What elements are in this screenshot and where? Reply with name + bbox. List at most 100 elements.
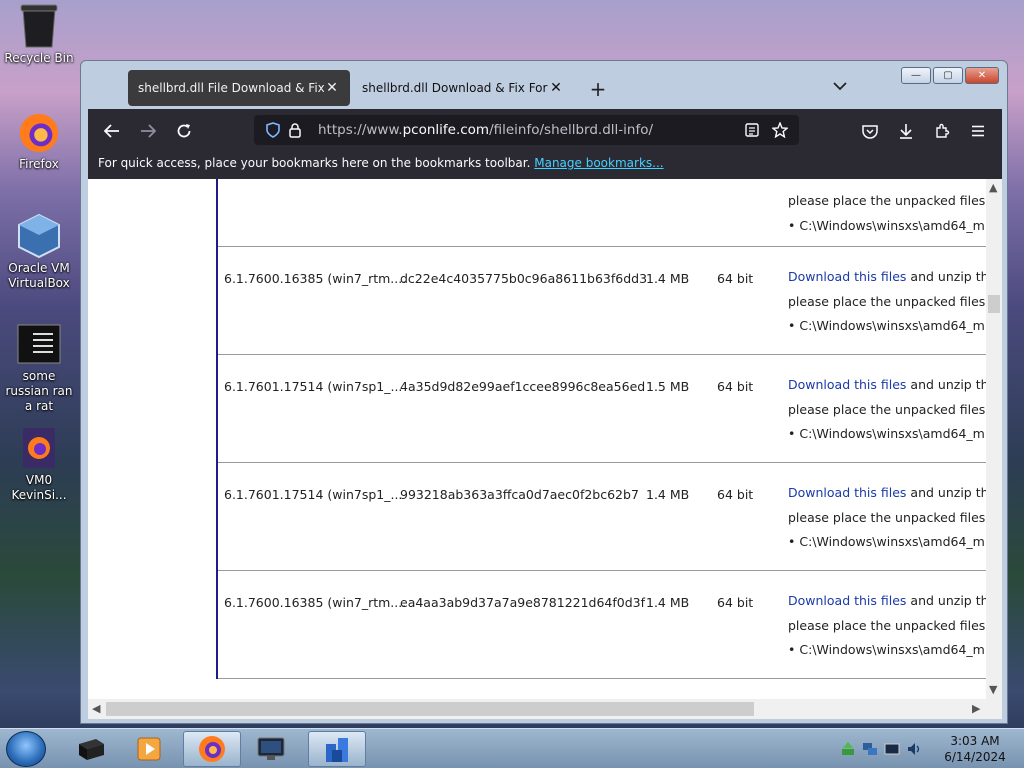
download-icon — [900, 124, 912, 139]
vertical-scrollbar[interactable]: ▲ ▼ — [986, 179, 1002, 699]
size-cell: 1.4 MB — [646, 487, 690, 502]
table-row: 6.1.7600.16385 (win7_rtm.... dc22e4c4035… — [218, 247, 986, 355]
md5-cell: ea4aa3ab9d37a7a9e8781221d64f0d3f — [400, 595, 646, 610]
version-cell: 6.1.7601.17514 (win7sp1_... — [224, 487, 403, 502]
desktop-icon-label: VM0 KevinSi... — [11, 473, 67, 502]
tab-shellbrd-download-fix[interactable]: shellbrd.dll Download & Fix For Win ✕ — [352, 70, 574, 106]
vertical-scroll-thumb[interactable] — [988, 295, 1000, 313]
scroll-left-arrow-icon[interactable]: ◀ — [92, 702, 100, 715]
address-bar[interactable]: https://www.pconlife.com/fileinfo/shellb… — [254, 115, 799, 145]
taskbar-remote-desktop[interactable] — [242, 731, 300, 767]
description-cell: please place the unpacked files in • C:\… — [788, 189, 986, 238]
chevron-down-icon — [833, 82, 847, 91]
clock-date: 6/14/2024 — [944, 750, 1006, 764]
table-row: 6.1.7600.16385 (win7_rtm.... ea4aa3ab9d3… — [218, 571, 986, 679]
reader-view-icon[interactable] — [741, 123, 763, 137]
puzzle-piece-icon — [936, 123, 950, 138]
app-menu-button[interactable] — [964, 119, 992, 143]
tracking-protection-shield-icon[interactable] — [262, 122, 284, 138]
close-tab-icon[interactable]: ✕ — [324, 80, 340, 96]
desktop-icon-vm0[interactable]: VM0 KevinSi... — [2, 426, 76, 503]
forward-arrow-icon — [141, 124, 156, 138]
description-path: • C:\Windows\winsxs\amd64_mic — [788, 642, 986, 657]
desktop-icon-label: some russian ran a rat — [5, 369, 73, 413]
unzip-text: and unzip the — [910, 269, 986, 284]
description-path: • C:\Windows\winsxs\amd64_mic — [788, 318, 986, 333]
url-field[interactable]: https://www.pconlife.com/fileinfo/shellb… — [318, 122, 741, 138]
description-line: please place the unpacked files in — [788, 617, 986, 633]
media-player-icon — [137, 737, 161, 761]
remote-desktop-icon — [257, 737, 285, 760]
bookmark-star-icon[interactable] — [769, 122, 791, 138]
forward-button[interactable] — [134, 119, 162, 143]
list-all-tabs-button[interactable] — [833, 79, 847, 95]
taskbar-recycle-bin[interactable] — [62, 731, 120, 767]
md5-cell: 4a35d9d82e99aef1ccee8996c8ea56ed — [400, 379, 646, 394]
table-row: 6.1.7601.17514 (win7sp1_... 4a35d9d82e99… — [218, 355, 986, 463]
bit-cell: 64 bit — [717, 379, 754, 394]
reload-icon — [177, 124, 191, 138]
downloads-button[interactable] — [892, 119, 920, 143]
volume-icon[interactable] — [906, 741, 922, 761]
navigation-toolbar: https://www.pconlife.com/fileinfo/shellb… — [88, 109, 1002, 179]
taskbar-media-player[interactable] — [120, 731, 178, 767]
bookmarks-toolbar: For quick access, place your bookmarks h… — [98, 156, 664, 170]
scroll-right-arrow-icon[interactable]: ▶ — [972, 702, 980, 715]
start-button[interactable] — [6, 731, 46, 767]
browser-window: — ▢ ✕ shellbrd.dll File Download & Fix F… — [80, 60, 1008, 724]
network-icon[interactable] — [862, 741, 878, 761]
scroll-up-arrow-icon[interactable]: ▲ — [989, 181, 997, 194]
back-button[interactable] — [98, 119, 126, 143]
system-clock[interactable]: 3:03 AM 6/14/2024 — [944, 733, 1006, 765]
desktop-icon-virtualbox[interactable]: Oracle VM VirtualBox — [2, 213, 76, 291]
size-cell: 1.4 MB — [646, 595, 690, 610]
horizontal-scroll-thumb[interactable] — [106, 702, 754, 716]
desktop-icon-firefox[interactable]: Firefox — [2, 110, 76, 172]
download-files-link[interactable]: Download this files — [788, 377, 906, 392]
description-cell: Download this files and unzip the please… — [788, 481, 986, 555]
pocket-icon — [862, 124, 878, 139]
text-file-icon — [17, 322, 61, 366]
scroll-down-arrow-icon[interactable]: ▼ — [989, 683, 997, 696]
unzip-text: and unzip the — [910, 593, 986, 608]
horizontal-scrollbar[interactable]: ◀ ▶ — [88, 699, 1002, 719]
desktop-icon-label: Oracle VM VirtualBox — [8, 261, 70, 290]
tab-title: shellbrd.dll Download & Fix For Win — [362, 81, 548, 95]
page-content: please place the unpacked files in • C:\… — [88, 179, 986, 699]
clock-time: 3:03 AM — [950, 734, 1000, 748]
desktop-icon-label: Recycle Bin — [4, 51, 74, 65]
firefox-document-icon — [17, 426, 61, 470]
taskbar: 3:03 AM 6/14/2024 — [0, 728, 1024, 768]
back-arrow-icon — [104, 124, 119, 138]
description-path: • C:\Windows\winsxs\amd64_mic — [788, 217, 986, 233]
unzip-text: and unzip the — [910, 377, 986, 392]
desktop-icon-recycle-bin[interactable]: Recycle Bin — [2, 4, 76, 66]
taskbar-virtualbox[interactable] — [308, 731, 366, 767]
system-tray — [840, 741, 922, 761]
download-files-link[interactable]: Download this files — [788, 269, 906, 284]
action-center-icon[interactable] — [884, 741, 900, 761]
download-files-link[interactable]: Download this files — [788, 485, 906, 500]
close-tab-icon[interactable]: ✕ — [548, 80, 564, 96]
md5-cell: 993218ab363a3ffca0d7aec0f2bc62b7 — [400, 487, 639, 502]
size-cell: 1.5 MB — [646, 379, 690, 394]
safely-remove-hardware-icon[interactable] — [840, 741, 856, 761]
download-files-link[interactable]: Download this files — [788, 593, 906, 608]
tab-bar: shellbrd.dll File Download & Fix For ✕ s… — [88, 67, 1002, 111]
pocket-button[interactable] — [856, 119, 884, 143]
desktop-icon-russian-rat[interactable]: some russian ran a rat — [2, 322, 76, 414]
new-tab-button[interactable]: + — [586, 77, 610, 101]
extensions-button[interactable] — [928, 119, 956, 143]
manage-bookmarks-link[interactable]: Manage bookmarks... — [534, 156, 663, 170]
taskbar-firefox[interactable] — [183, 731, 241, 767]
lock-icon[interactable] — [284, 122, 306, 138]
tab-shellbrd-file-download[interactable]: shellbrd.dll File Download & Fix For ✕ — [128, 70, 350, 106]
bit-cell: 64 bit — [717, 271, 754, 286]
reload-button[interactable] — [170, 119, 198, 143]
description-cell: Download this files and unzip the please… — [788, 265, 986, 339]
firefox-icon — [199, 736, 225, 762]
description-path: • C:\Windows\winsxs\amd64_mic — [788, 426, 986, 441]
description-line: please place the unpacked files in — [788, 401, 986, 417]
recycle-bin-icon — [17, 4, 61, 48]
description-path: • C:\Windows\winsxs\amd64_mic — [788, 534, 986, 549]
